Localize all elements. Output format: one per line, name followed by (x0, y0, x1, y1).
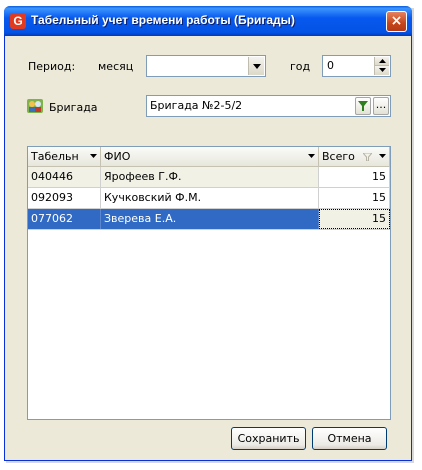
brigade-label: Бригада (49, 101, 98, 114)
year-label: год (290, 60, 311, 73)
cell-tab: 040446 (28, 167, 101, 187)
employees-grid[interactable]: Табельн ФИО Всего 040446 Ярофеев Г.Ф. 15… (27, 146, 391, 420)
column-header-tab[interactable]: Табельн (28, 147, 101, 167)
table-row[interactable]: 040446 Ярофеев Г.Ф. 15 (28, 167, 390, 188)
column-header-tab-label: Табельн (31, 150, 79, 163)
year-decrement-button[interactable] (374, 66, 389, 75)
month-dropdown-button[interactable] (248, 57, 264, 75)
cell-total: 15 (319, 188, 390, 208)
year-value: 0 (327, 59, 334, 72)
cell-total: 15 (319, 167, 390, 187)
cell-total-focused[interactable]: 15 (319, 209, 390, 229)
cell-tab: 077062 (28, 209, 101, 229)
table-row[interactable]: 092093 Кучковский Ф.М. 15 (28, 188, 390, 209)
arrow-up-icon (379, 59, 386, 63)
cell-name: Зверева Е.А. (101, 209, 319, 229)
brigade-field[interactable]: Бригада №2-5/2 ... (146, 95, 391, 117)
column-header-total[interactable]: Всего (319, 147, 390, 167)
funnel-icon (363, 153, 372, 161)
browse-button[interactable]: ... (373, 97, 389, 115)
brigade-value: Бригада №2-5/2 (150, 99, 243, 112)
chevron-down-icon[interactable] (379, 154, 386, 158)
chevron-down-icon[interactable] (308, 154, 315, 158)
save-button[interactable]: Сохранить (231, 427, 306, 450)
title-bar[interactable]: G Табельный учет времени работы (Бригады… (4, 6, 412, 36)
table-row-selected[interactable]: 077062 Зверева Е.А. 15 (28, 209, 390, 230)
month-label: месяц (98, 60, 134, 73)
close-button[interactable]: × (386, 11, 407, 32)
chevron-down-icon (253, 64, 261, 69)
cell-tab: 092093 (28, 188, 101, 208)
column-header-name[interactable]: ФИО (101, 147, 319, 167)
app-icon: G (10, 13, 26, 29)
period-label: Период: (28, 60, 76, 73)
cell-name: Ярофеев Г.Ф. (101, 167, 319, 187)
chevron-down-icon[interactable] (90, 154, 97, 158)
year-spinner[interactable]: 0 (322, 55, 391, 77)
year-increment-button[interactable] (374, 57, 389, 66)
cancel-button[interactable]: Отмена (312, 427, 387, 450)
brigade-icon (27, 98, 43, 117)
cell-name: Кучковский Ф.М. (101, 188, 319, 208)
column-header-name-label: ФИО (104, 150, 131, 163)
funnel-icon (358, 101, 368, 111)
window-title: Табельный учет времени работы (Бригады) (31, 13, 295, 27)
month-select[interactable] (146, 55, 266, 77)
column-header-total-label: Всего (322, 150, 355, 163)
dialog-window: G Табельный учет времени работы (Бригады… (4, 6, 412, 461)
arrow-down-icon (379, 68, 386, 72)
filter-button[interactable] (355, 97, 371, 115)
